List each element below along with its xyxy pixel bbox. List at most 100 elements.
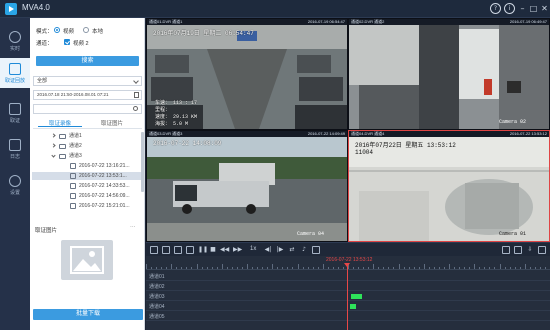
timeline-tick <box>443 267 445 269</box>
timeline-channel-row[interactable]: 通道02 <box>146 282 550 291</box>
slow-icon[interactable]: ◀◀ <box>220 246 229 254</box>
channel-checkbox[interactable] <box>64 39 70 45</box>
timeline-cursor[interactable] <box>347 263 348 330</box>
step-back-icon[interactable]: ◀| <box>264 246 272 254</box>
close-button[interactable]: ✕ <box>539 3 550 14</box>
timeline-tick <box>383 267 385 269</box>
timeline-tick <box>332 267 334 269</box>
more-icon[interactable]: ··· <box>130 224 136 230</box>
clip-icon[interactable] <box>162 246 170 254</box>
playback-speed[interactable]: 1x <box>250 246 256 252</box>
timeline-tick <box>459 267 461 269</box>
search-input[interactable] <box>33 104 142 114</box>
date-range-field[interactable]: 2016.07.18 21:50-2016.08.01 07:21 <box>33 90 142 100</box>
timeline-channel-row[interactable]: 通道04 <box>146 302 550 311</box>
nav-item-settings[interactable]: 设置 <box>0 170 30 200</box>
step-forward-icon[interactable]: |▶ <box>276 246 284 254</box>
tree-file[interactable]: 2016-07-22 14:33:53... <box>32 182 144 190</box>
channel-check-label: 视频 2 <box>73 41 89 47</box>
pause-icon[interactable]: ❚❚ <box>198 246 208 254</box>
settings-icon <box>9 175 21 187</box>
timeline-tick <box>519 267 521 269</box>
tree-folder-channel1[interactable]: 通道1 <box>32 132 144 140</box>
snapshot-icon[interactable] <box>150 246 158 254</box>
mode-local-radio[interactable] <box>83 27 89 33</box>
nav-item-playback[interactable]: 取证回放 <box>0 58 30 88</box>
timeline-tick <box>474 264 476 269</box>
tab-evidence-video[interactable]: 取证录像 <box>38 119 82 127</box>
timeline-recording-segment[interactable] <box>350 304 357 309</box>
mode-video-radio[interactable] <box>54 27 60 33</box>
timeline-channel-label: 通道04 <box>149 304 165 310</box>
layout-icon[interactable] <box>502 246 510 254</box>
minimize-button[interactable]: – <box>517 3 528 14</box>
timeline-tick <box>272 264 274 269</box>
timeline-tick <box>534 267 536 269</box>
timeline-tick <box>423 264 425 269</box>
search-button[interactable]: 搜索 <box>36 56 139 66</box>
fit-icon[interactable] <box>514 246 522 254</box>
timeline-tick <box>363 267 365 269</box>
video-file-icon <box>70 193 76 199</box>
device-select-value: 全部 <box>37 78 48 84</box>
video-osd-line: 里程： <box>155 107 171 113</box>
video-cell-1[interactable]: 通道01.DVR 通道1 2016-07-19 06:54:47 2016年07… <box>147 19 347 129</box>
timeline-channel-label: 通道03 <box>149 294 165 300</box>
video-osd-line: 速度： 29.13 KM <box>155 114 198 120</box>
video-cell-3[interactable]: 通道03.DVR 通道3 2016-07-22 14:09:49 2016-07… <box>147 131 347 241</box>
timeline-tick <box>403 267 405 269</box>
timeline-tick <box>297 264 299 269</box>
nav-item-log[interactable]: 日志 <box>0 134 30 164</box>
copy-icon[interactable] <box>174 246 182 254</box>
timeline-tick <box>433 267 435 269</box>
tree-file[interactable]: 2016-07-22 13:16:21... <box>32 162 144 170</box>
tree-file[interactable]: 2016-07-22 15:21:01... <box>32 202 144 210</box>
video-cell-2[interactable]: 通道02.DVR 通道2 2016-07-19 06:49:47 Camera … <box>349 19 549 129</box>
video-cell-4[interactable]: 通道04.DVR 通道4 2016-07-22 13:53:12 2016年07… <box>348 130 550 242</box>
timeline-channel-row[interactable]: 通道01 <box>146 272 550 281</box>
tab-evidence-image[interactable]: 取证图片 <box>90 119 134 127</box>
device-select[interactable]: 全部 <box>33 76 142 86</box>
help-icon[interactable]: ? <box>490 3 501 14</box>
timeline-tick <box>322 264 324 269</box>
tree-scrollbar[interactable] <box>141 132 144 192</box>
tree-file[interactable]: 2016-07-22 14:56:09... <box>32 192 144 200</box>
split-icon[interactable] <box>312 246 320 254</box>
tree-label: 2016-07-22 13:53:1... <box>79 173 127 179</box>
tree-label: 2016-07-22 13:16:21... <box>79 163 130 169</box>
channel-label: 通道： <box>36 41 53 47</box>
folder-icon <box>59 144 66 149</box>
playback-toolbar: ❚❚ ■ ◀◀ ▶▶ 1x ◀| |▶ ⇄ ♪ ⇩ <box>146 242 550 256</box>
fullscreen-icon[interactable] <box>538 246 546 254</box>
timeline-recording-segment[interactable] <box>351 294 363 299</box>
tree-folder-channel2[interactable]: 通道2 <box>32 142 144 150</box>
timeline-channel-row[interactable]: 通道05 <box>146 312 550 321</box>
info-icon[interactable]: i <box>504 3 515 14</box>
timeline-tick <box>337 267 339 269</box>
nav-item-evidence[interactable]: 取证 <box>0 98 30 128</box>
timeline-tick <box>398 264 400 269</box>
stop-icon[interactable]: ■ <box>209 246 217 254</box>
timeline-tick <box>156 267 158 269</box>
nav-item-live[interactable]: 实时 <box>0 26 30 56</box>
download-icon[interactable]: ⇩ <box>526 246 534 254</box>
folder-icon <box>59 154 66 159</box>
fast-icon[interactable]: ▶▶ <box>233 246 242 254</box>
volume-icon[interactable]: ♪ <box>300 246 308 254</box>
timeline-tick <box>211 267 213 269</box>
timeline-channel-row[interactable]: 通道03 <box>146 292 550 301</box>
timeline-tick <box>231 267 233 269</box>
tree-folder-channel3[interactable]: 通道3 <box>32 152 144 160</box>
timeline[interactable]: 2016-07-22 13:53:12 通道01 通道02 通道03 通道04 通道05 <box>146 256 550 330</box>
export-icon[interactable] <box>186 246 194 254</box>
timeline-tick <box>529 267 531 269</box>
timeline-channel-label: 通道02 <box>149 284 165 290</box>
sync-icon[interactable]: ⇄ <box>288 246 296 254</box>
evidence-icon <box>9 103 21 115</box>
video-camera-label: Camera 02 <box>499 119 527 125</box>
tree-file-selected[interactable]: 2016-07-22 13:53:1... <box>32 172 144 180</box>
maximize-button[interactable]: □ <box>528 3 539 14</box>
app-window: MVA4.0 ? i – □ ✕ 实时 取证回放 取证 日志 设置 模式： 视频… <box>0 0 550 330</box>
batch-download-button[interactable]: 批量下载 <box>33 309 143 320</box>
timeline-tick <box>393 267 395 269</box>
